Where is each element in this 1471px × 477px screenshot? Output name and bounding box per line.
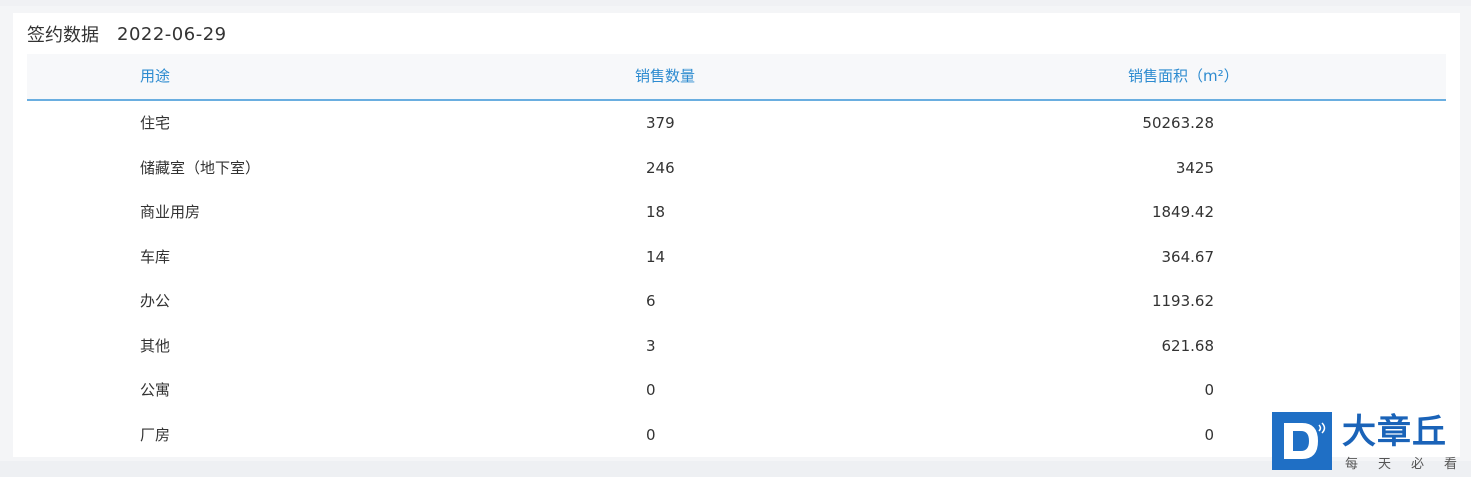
cell-count: 246 [646,158,675,177]
table-row: 商业用房 18 1849.42 [27,190,1446,235]
table-row: 储藏室（地下室） 246 3425 [27,146,1446,191]
cell-area: 50263.28 [1142,114,1214,132]
bottom-strip [0,461,1471,477]
cell-use: 其他 [140,336,171,355]
signing-data-card: 签约数据 2022-06-29 用途 销售数量 销售面积（m²） 住宅 379 … [13,13,1460,457]
sales-table: 用途 销售数量 销售面积（m²） 住宅 379 50263.28 储藏室（地下室… [27,54,1446,457]
top-strip [0,0,1471,6]
cell-count: 0 [646,381,656,399]
cell-count: 6 [646,292,656,310]
column-header-area: 销售面积（m²） [1128,67,1239,85]
table-header: 用途 销售数量 销售面积（m²） [27,54,1446,101]
card-title-date: 2022-06-29 [117,23,227,45]
cell-use: 商业用房 [140,203,201,221]
cell-count: 3 [646,336,656,355]
table-body: 住宅 379 50263.28 储藏室（地下室） 246 3425 商业用房 1… [27,101,1446,457]
cell-area: 0 [1204,425,1214,444]
cell-count: 18 [646,203,666,221]
watermark-brand: 大章丘 [1342,412,1447,452]
watermark-logo: 大章丘 每天必看 [1265,411,1471,477]
cell-area: 0 [1204,381,1214,399]
cell-count: 14 [646,247,666,266]
table-row: 公寓 0 0 [27,368,1446,413]
card-title-label: 签约数据 [27,25,99,46]
column-header-use: 用途 [140,67,171,85]
cell-area: 621.68 [1161,336,1215,355]
table-row: 办公 6 1193.62 [27,279,1446,324]
cell-area: 1849.42 [1151,203,1214,221]
d-logo-icon [1272,412,1332,470]
cell-area: 1193.62 [1151,292,1214,310]
cell-use: 住宅 [140,114,171,132]
column-header-count: 销售数量 [635,67,696,85]
d-letter-icon [1272,412,1332,470]
table-row: 住宅 379 50263.28 [27,101,1446,146]
cell-use: 车库 [140,247,171,266]
cell-use: 厂房 [140,425,171,444]
cell-use: 办公 [140,292,171,310]
table-row: 车库 14 364.67 [27,235,1446,280]
table-row: 其他 3 621.68 [27,324,1446,369]
cell-count: 379 [646,114,675,132]
cell-use: 公寓 [140,381,171,399]
cell-count: 0 [646,425,656,444]
cell-area: 3425 [1175,158,1214,177]
watermark-slogan: 每天必看 [1345,457,1471,472]
cell-area: 364.67 [1161,247,1215,266]
table-row: 厂房 0 0 [27,413,1446,458]
cell-use: 储藏室（地下室） [140,158,261,177]
card-title: 签约数据 2022-06-29 [27,22,227,47]
